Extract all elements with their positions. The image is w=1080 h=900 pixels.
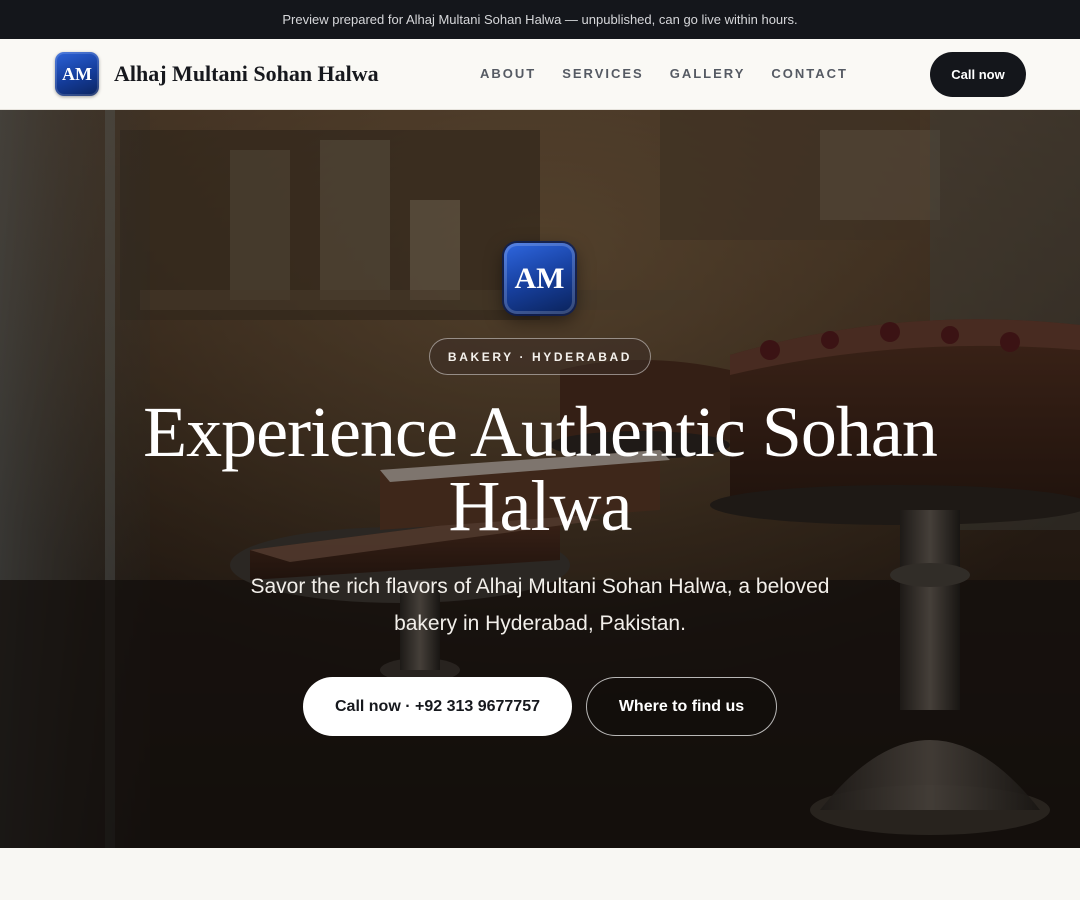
hero-subtitle: Savor the rich flavors of Alhaj Multani … <box>250 575 830 635</box>
announcement-bar: Preview prepared for Alhaj Multani Sohan… <box>0 0 1080 39</box>
hero-title: Experience Authentic Sohan Halwa <box>143 392 938 546</box>
nav-link-gallery[interactable]: GALLERY <box>670 66 746 81</box>
next-section <box>0 848 1080 900</box>
hero-logo: AM <box>504 243 575 314</box>
brand-logo-text: AM <box>62 63 92 84</box>
nav-link-about[interactable]: ABOUT <box>480 66 536 81</box>
brand-logo[interactable]: AM <box>55 52 99 96</box>
nav-link-contact[interactable]: CONTACT <box>771 66 848 81</box>
hero-logo-text: AM <box>514 261 565 295</box>
brand-name[interactable]: Alhaj Multani Sohan Halwa <box>114 61 379 87</box>
hero-section: AM BAKERY · HYDERABAD Experience Authent… <box>0 110 1080 848</box>
announcement-text: Preview prepared for Alhaj Multani Sohan… <box>282 12 798 27</box>
find-us-button[interactable]: Where to find us <box>586 677 777 736</box>
main-nav: ABOUT SERVICES GALLERY CONTACT <box>480 66 848 81</box>
header-call-button[interactable]: Call now <box>930 52 1026 97</box>
nav-link-services[interactable]: SERVICES <box>562 66 644 81</box>
call-now-button[interactable]: Call now · +92 313 9677757 <box>303 677 572 736</box>
site-header: AM Alhaj Multani Sohan Halwa ABOUT SERVI… <box>0 39 1080 110</box>
category-badge: BAKERY · HYDERABAD <box>429 338 651 375</box>
